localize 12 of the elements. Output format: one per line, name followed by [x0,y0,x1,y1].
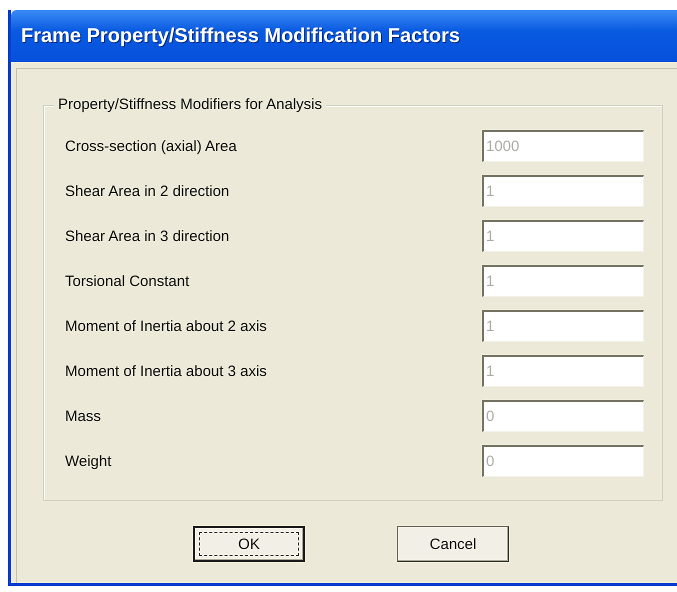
field-label: Cross-section (axial) Area [65,138,237,154]
field-label: Shear Area in 3 direction [65,228,230,244]
field-label: Weight [65,452,112,470]
field-label: Shear Area in 2 direction [65,182,230,200]
cancel-button[interactable]: Cancel [397,526,509,562]
field-label: Torsional Constant [65,272,190,290]
ok-button[interactable]: OK [193,526,305,562]
group-title: Property/Stiffness Modifiers for Analysis [54,96,326,113]
window-title: Frame Property/Stiffness Modification Factors [21,24,460,48]
field-label: Mass [65,408,101,424]
field-label: Moment of Inertia about 3 axis [65,362,267,380]
field-label: Moment of Inertia about 2 axis [65,318,267,334]
